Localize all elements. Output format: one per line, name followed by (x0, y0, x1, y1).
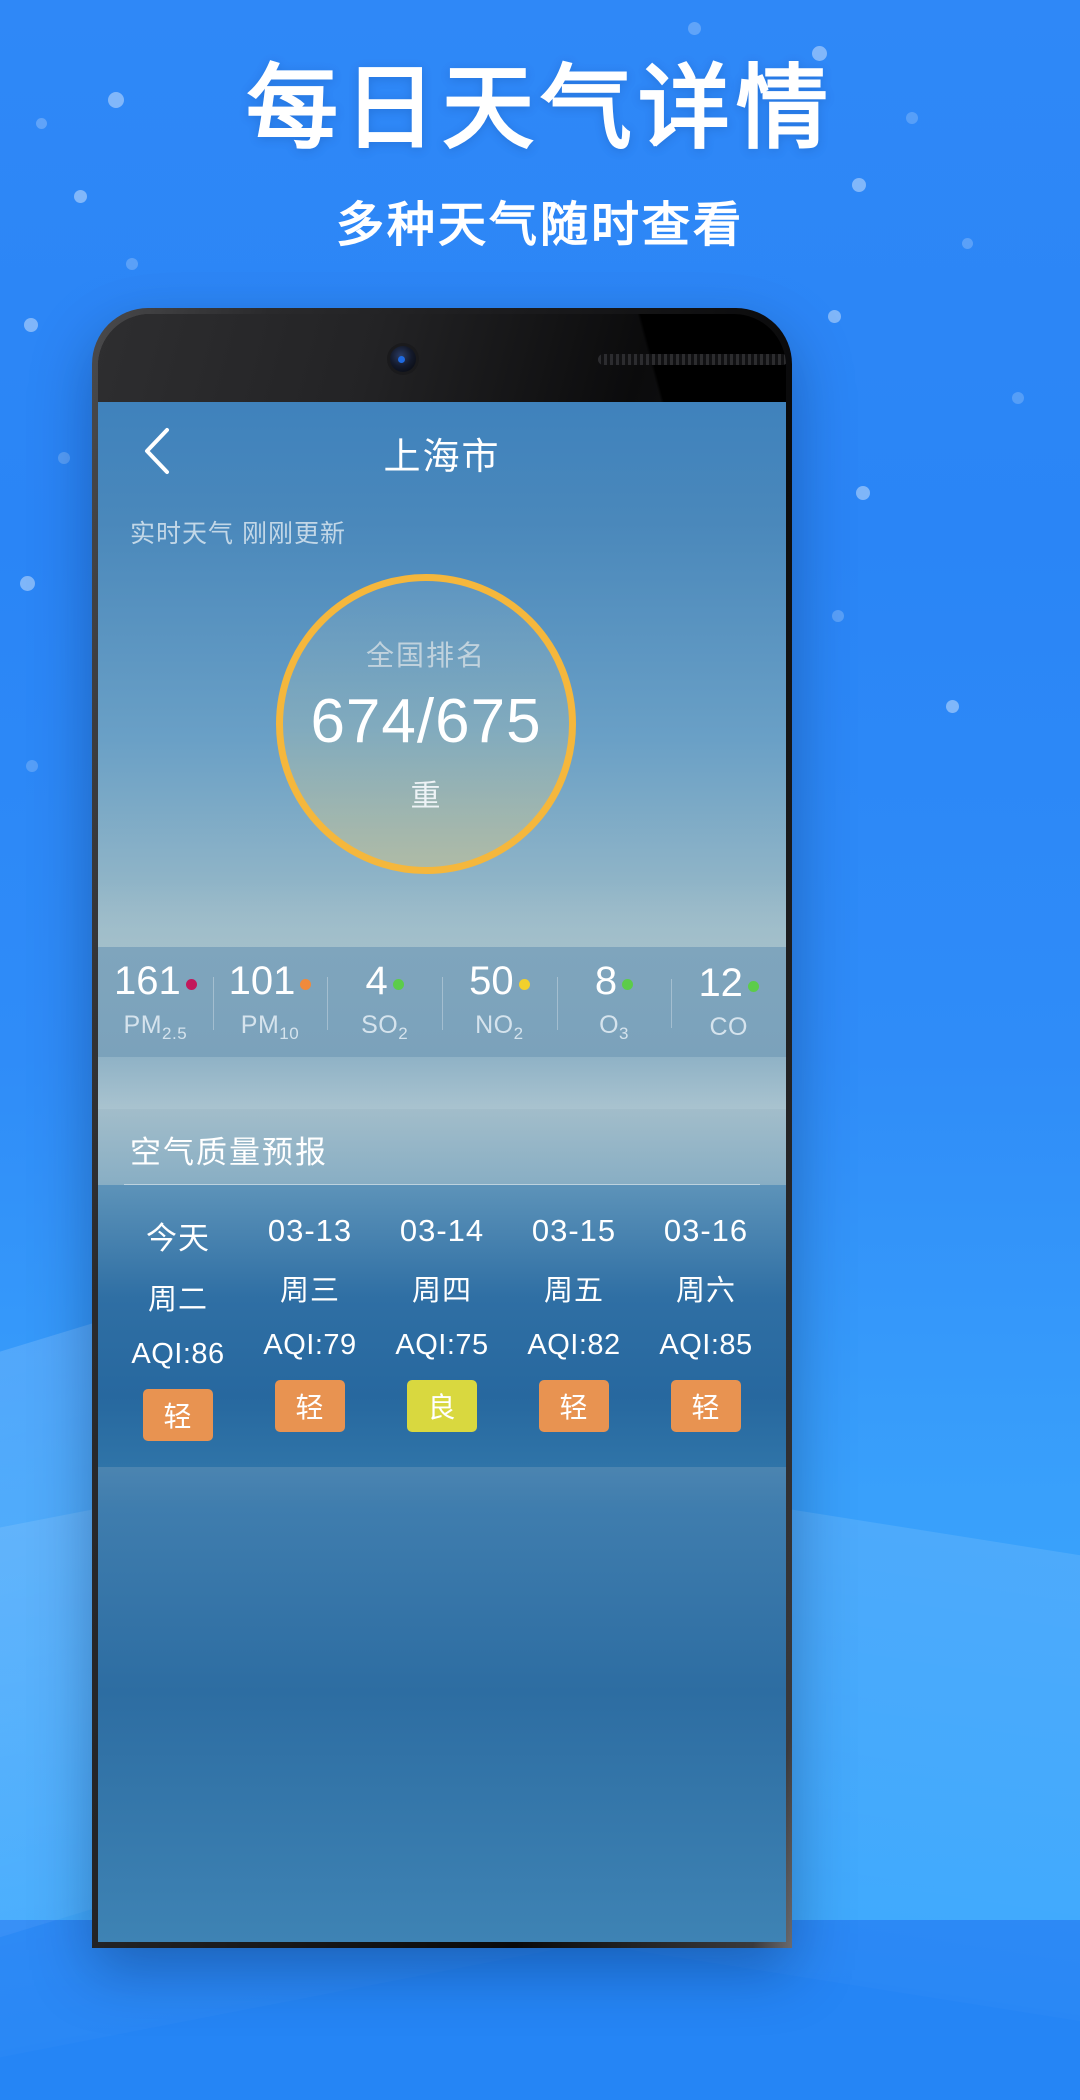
pollutant-value: 12 (698, 960, 743, 1005)
decorative-dot (24, 318, 38, 332)
forecast-aqi: AQI:82 (527, 1329, 621, 1361)
divider (124, 1184, 760, 1185)
pollutant-cell[interactable]: 101 PM10 (212, 961, 328, 1044)
national-rank-circle[interactable]: 全国排名 674/675 重 (276, 574, 576, 874)
forecast-badge-wrap: 轻 (244, 1362, 376, 1432)
pollutant-value: 101 (228, 958, 296, 1003)
pollutant-cell[interactable]: 12 CO (671, 963, 786, 1042)
pollutant-label: PM2.5 (123, 1010, 188, 1043)
status-badge: 良 (407, 1380, 477, 1432)
forecast-card[interactable]: 03-13 周三 AQI:79 轻 (244, 1213, 376, 1441)
decorative-dot (126, 258, 138, 270)
pollutant-label: PM10 (240, 1010, 300, 1043)
rank-level-badge: 重 (410, 779, 442, 813)
decorative-dot (688, 22, 701, 35)
forecast-aqi: AQI:85 (659, 1329, 753, 1361)
forecast-date: 03-14 (399, 1213, 485, 1248)
pollutant-strip: 161 PM2.5 101 PM10 4 SO2 50 NO2 8 O3 12 CO (98, 947, 786, 1057)
promo-headline: 每日天气详情 多种天气随时查看 (0, 58, 1080, 255)
forecast-weekday: 周三 (279, 1275, 340, 1307)
decorative-dot (856, 486, 870, 500)
forecast-section: 空气质量预报 今天周二 AQI:86 轻 03-13 周三 AQI:79 轻 03-14 周四 A… (98, 1109, 786, 1942)
forecast-date: 03-13 (267, 1213, 353, 1248)
forecast-weekday: 周四 (411, 1275, 472, 1307)
forecast-aqi: AQI:86 (131, 1338, 225, 1370)
earpiece-speaker-icon (598, 354, 786, 365)
forecast-date: 03-15 (531, 1213, 617, 1248)
pollutant-value: 50 (469, 958, 514, 1003)
decorative-dot (832, 610, 844, 622)
pollutant-value-row: 12 (698, 963, 759, 1003)
decorative-dot (58, 452, 70, 464)
forecast-date: 03-16 (663, 1213, 749, 1248)
pollutant-value-row: 101 (229, 961, 312, 1001)
pollutant-value-row: 50 (469, 961, 530, 1001)
pollutant-label-subscript: 2.5 (162, 1023, 188, 1043)
page-title-city: 上海市 (383, 436, 501, 477)
pollutant-label: NO2 (475, 1010, 524, 1043)
pollutant-value: 4 (365, 958, 388, 1003)
pollutant-value-row: 161 (114, 961, 197, 1001)
pollutant-status-dot (747, 980, 759, 992)
forecast-card[interactable]: 03-16 周六 AQI:85 轻 (640, 1213, 772, 1441)
rank-value: 674/675 (310, 686, 542, 756)
phone-mockup: 上海市 实时天气 刚刚更新 全国排名 674/675 重 161 PM2.5 101… (92, 308, 792, 1948)
forecast-date: 今天 (146, 1221, 210, 1256)
decorative-dot (26, 760, 38, 772)
forecast-card[interactable]: 03-14 周四 AQI:75 良 (376, 1213, 508, 1441)
pollutant-cell[interactable]: 8 O3 (556, 958, 672, 1044)
forecast-title: 空气质量预报 (130, 1135, 328, 1170)
page-title: 每日天气详情 (245, 58, 834, 160)
pollutant-label-subscript: 2 (398, 1023, 409, 1043)
camera-glint (398, 356, 405, 363)
pollutant-status-dot (518, 978, 530, 990)
pollutant-label-subscript: 2 (513, 1023, 524, 1043)
pollutant-value: 8 (594, 958, 618, 1003)
forecast-weekday: 周五 (543, 1275, 604, 1307)
status-badge: 轻 (671, 1380, 741, 1432)
pollutant-value: 161 (113, 958, 181, 1003)
pollutant-status-dot (622, 978, 634, 990)
pollutant-label: CO (709, 1012, 748, 1041)
decorative-dot (1012, 392, 1024, 404)
update-status-text: 实时天气 刚刚更新 (130, 520, 346, 548)
pollutant-label: SO2 (361, 1010, 409, 1043)
pollutant-cell[interactable]: 161 PM2.5 (98, 961, 213, 1044)
forecast-badge-wrap: 良 (376, 1362, 508, 1432)
pollutant-cell[interactable]: 50 NO2 (442, 961, 557, 1044)
phone-body: 上海市 实时天气 刚刚更新 全国排名 674/675 重 161 PM2.5 101… (98, 314, 786, 1942)
forecast-badge-wrap: 轻 (112, 1371, 244, 1441)
pollutant-cell[interactable]: 4 SO2 (327, 961, 442, 1044)
rank-label: 全国排名 (365, 639, 486, 671)
status-badge: 轻 (275, 1380, 345, 1432)
pollutant-status-dot (392, 978, 404, 990)
status-badge: 轻 (143, 1389, 213, 1441)
forecast-card-list: 今天 周二 AQI:86 轻 03-13 周三 AQI:79 轻 03-14 周四 AQI:75 良 0… (98, 1185, 786, 1467)
forecast-badge-wrap: 轻 (508, 1362, 640, 1432)
forecast-aqi: AQI:79 (263, 1329, 357, 1361)
pollutant-label: O3 (599, 1010, 629, 1043)
forecast-weekday: 周二 (147, 1284, 208, 1316)
app-screen: 上海市 实时天气 刚刚更新 全国排名 674/675 重 161 PM2.5 101… (98, 402, 786, 1942)
strip-gap (98, 1057, 786, 1109)
pollutant-status-dot (300, 978, 312, 990)
forecast-badge-wrap: 轻 (640, 1362, 772, 1432)
decorative-dot (20, 576, 35, 591)
forecast-header: 空气质量预报 (98, 1109, 786, 1185)
app-header: 上海市 (98, 402, 786, 494)
pollutant-label-subscript: 10 (279, 1023, 300, 1043)
pollutant-value-row: 8 (594, 958, 634, 1003)
forecast-weekday: 周六 (675, 1275, 736, 1307)
pollutant-status-dot (185, 978, 197, 990)
page-subtitle: 多种天气随时查看 (335, 199, 744, 253)
forecast-card[interactable]: 今天周二 AQI:86 轻 (112, 1213, 244, 1441)
decorative-dot (946, 700, 959, 713)
forecast-card[interactable]: 03-15 周五 AQI:82 轻 (508, 1213, 640, 1441)
decorative-dot (828, 310, 841, 323)
forecast-aqi: AQI:75 (395, 1329, 489, 1361)
pollutant-value-row: 4 (366, 961, 404, 1001)
pollutant-label-subscript: 3 (619, 1023, 629, 1043)
status-badge: 轻 (539, 1380, 609, 1432)
